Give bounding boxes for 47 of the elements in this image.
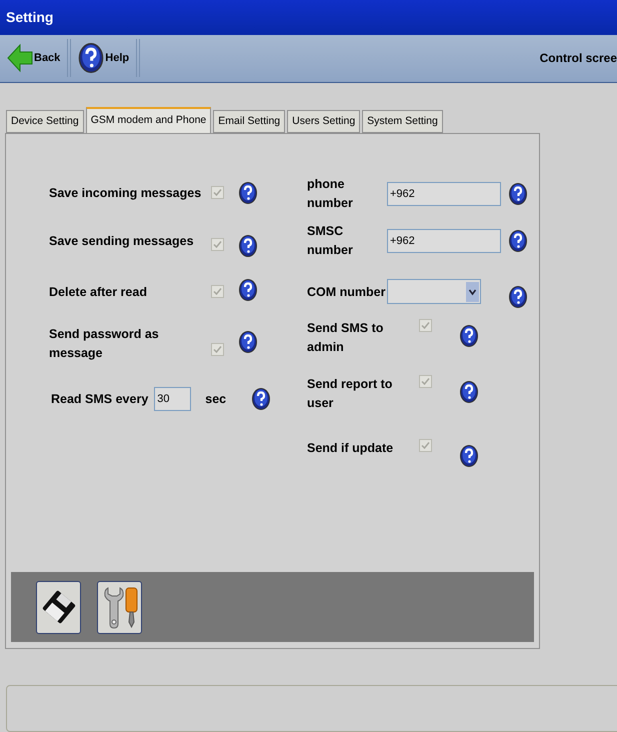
setting-label: SMSC number	[307, 223, 354, 259]
text-field[interactable]: +962	[387, 182, 501, 206]
setting-label: Save incoming messages	[49, 184, 202, 202]
setting-label: Send report to user	[307, 376, 394, 412]
help-icon[interactable]	[239, 330, 257, 353]
setting-label: COM number	[307, 284, 386, 300]
checkbox[interactable]	[211, 238, 224, 252]
window-title: Setting	[6, 8, 54, 27]
help-icon[interactable]	[239, 182, 257, 204]
tab[interactable]: GSM modem and Phone	[86, 106, 212, 133]
unit-label: sec	[205, 390, 228, 408]
checkbox[interactable]	[211, 186, 224, 200]
checkbox[interactable]	[211, 343, 224, 356]
tab[interactable]: Device Setting	[6, 110, 84, 133]
help-icon[interactable]	[460, 444, 478, 467]
checkbox[interactable]	[211, 285, 224, 298]
checkbox[interactable]	[419, 318, 432, 332]
setting-label: Delete after read	[49, 284, 148, 300]
tab[interactable]: System Setting	[362, 110, 443, 133]
help-icon[interactable]	[460, 324, 478, 347]
help-icon[interactable]	[509, 230, 527, 252]
icon-button[interactable]	[97, 580, 142, 634]
checkbox[interactable]	[419, 374, 432, 388]
back-arrow-icon	[7, 43, 33, 74]
setting-label: Send if update	[307, 440, 394, 457]
icon-button[interactable]	[36, 580, 81, 634]
interval-field[interactable]: 30	[154, 386, 192, 411]
screen-title: Control scree	[540, 50, 617, 68]
help-icon[interactable]	[509, 182, 527, 205]
setting-label: phone number	[307, 176, 354, 212]
help-icon[interactable]	[239, 234, 257, 257]
toolbar-button[interactable]: Help	[77, 38, 130, 78]
help-icon[interactable]	[78, 43, 104, 74]
checkbox[interactable]	[419, 438, 432, 452]
setting-label: Send SMS to admin	[307, 320, 384, 356]
help-icon[interactable]	[252, 388, 270, 410]
text-field[interactable]: +962	[387, 228, 501, 253]
setting-label: Send password as message	[49, 326, 160, 362]
tab[interactable]: Users Setting	[287, 110, 360, 133]
setting-label: Save sending messages	[49, 232, 195, 250]
help-icon[interactable]	[509, 286, 527, 308]
help-icon[interactable]	[460, 380, 478, 403]
setting-label: Read SMS every	[51, 390, 148, 408]
chevron-down-icon	[466, 282, 479, 302]
tab[interactable]: Email Setting	[213, 110, 286, 133]
help-icon[interactable]	[239, 278, 257, 301]
toolbar-button[interactable]: Back	[6, 38, 62, 78]
